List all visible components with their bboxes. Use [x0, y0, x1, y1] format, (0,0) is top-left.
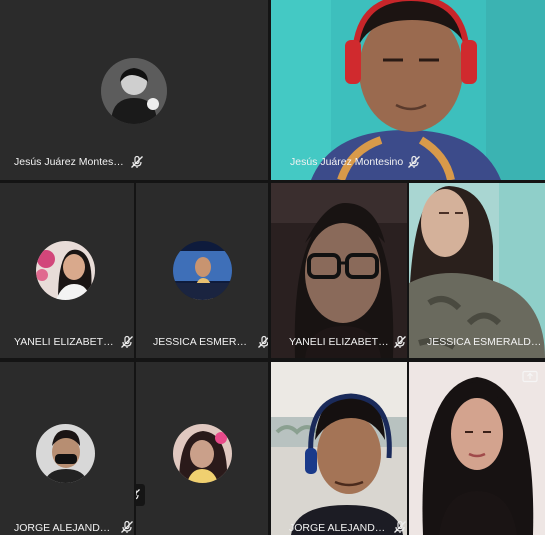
mic-muted-icon [131, 155, 143, 168]
video-feed [271, 0, 545, 180]
video-feed [271, 362, 407, 535]
mic-muted-icon [394, 335, 406, 348]
avatar [36, 241, 95, 300]
participant-tile-jesus-video[interactable]: Jesús Juárez Montesino [271, 0, 545, 180]
avatar [173, 424, 232, 483]
participant-name: Jesús Juárez Montesino [14, 156, 124, 168]
avatar [36, 424, 95, 483]
mic-muted-icon [121, 520, 133, 533]
present-to-all-icon[interactable] [522, 370, 538, 384]
mic-muted-icon [394, 520, 406, 533]
participant-tile-unnamed-avatar[interactable] [136, 362, 268, 535]
avatar [101, 58, 167, 124]
video-feed [409, 183, 545, 358]
video-feed [409, 362, 545, 535]
participant-tile-yaneli-avatar[interactable]: YANELI ELIZABETH ... [0, 183, 134, 358]
participant-tile-jesus-avatar[interactable]: Jesús Juárez Montesino [0, 0, 268, 180]
participant-tile-yaneli-video[interactable]: YANELI ELIZABETH ... [271, 183, 407, 358]
participant-name: JESSICA ESMERAL... [153, 336, 253, 348]
mute-button[interactable] [136, 484, 145, 506]
participant-tile-jorge-avatar[interactable]: JORGE ALEJANDRO... [0, 362, 134, 535]
avatar [173, 241, 232, 300]
participant-tile-jessica-avatar[interactable]: JESSICA ESMERAL... [136, 183, 268, 358]
participant-name: JORGE ALEJANDRO... [14, 522, 114, 534]
participant-name: YANELI ELIZABETH ... [14, 336, 114, 348]
participant-name: JESSICA ESMERALDA G... [427, 336, 545, 348]
participant-tile-unnamed-video[interactable] [409, 362, 545, 535]
mic-muted-icon [136, 489, 140, 500]
mic-muted-icon [121, 335, 133, 348]
mic-muted-icon [408, 155, 420, 168]
participant-name: YANELI ELIZABETH ... [289, 336, 389, 348]
participant-name: Jesús Juárez Montesino [290, 156, 404, 168]
participant-tile-jorge-video[interactable]: JORGE ALEJANDRO... [271, 362, 407, 535]
video-feed [271, 183, 407, 358]
participant-name: JORGE ALEJANDRO... [289, 522, 389, 534]
mic-muted-icon [258, 335, 268, 348]
participant-tile-jessica-video[interactable]: JESSICA ESMERALDA G... [409, 183, 545, 358]
